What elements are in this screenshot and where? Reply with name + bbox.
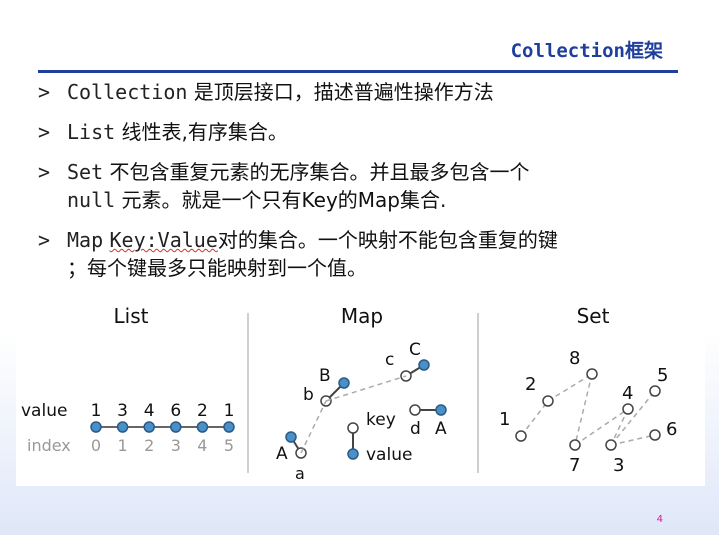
slide-title-cjk: 框架 bbox=[624, 40, 663, 62]
map-key-label: b bbox=[303, 385, 314, 405]
set-node bbox=[586, 368, 598, 380]
map-legend-value-node bbox=[347, 448, 359, 460]
list-node bbox=[143, 421, 155, 433]
set-heading: Set bbox=[577, 304, 610, 328]
page-number: 4 bbox=[656, 514, 663, 525]
set-element-label: 4 bbox=[622, 383, 633, 404]
list-node bbox=[170, 421, 182, 433]
map-value-label: C bbox=[409, 340, 421, 360]
bullet-arrow-icon: > bbox=[38, 120, 51, 144]
map-key-label: c bbox=[385, 350, 394, 370]
set-node bbox=[515, 430, 527, 442]
set-node bbox=[569, 439, 581, 451]
set-element-label: 7 bbox=[569, 455, 580, 476]
collections-diagram: List value index 103142632415 Map A a b … bbox=[16, 301, 705, 486]
set-element-label: 3 bbox=[613, 455, 624, 476]
bullet-arrow-icon: > bbox=[38, 228, 51, 252]
set-node bbox=[542, 395, 554, 407]
list-value: 3 bbox=[117, 401, 128, 421]
list-index: 3 bbox=[171, 436, 181, 455]
set-element-label: 6 bbox=[666, 419, 677, 440]
list-value: 6 bbox=[170, 401, 181, 421]
bullet-code: List bbox=[67, 120, 116, 144]
map-legend-key-label: key bbox=[366, 410, 396, 430]
collections-diagram-svg: List value index 103142632415 Map A a b … bbox=[21, 304, 677, 483]
list-value: 4 bbox=[144, 401, 155, 421]
list-value: 1 bbox=[91, 401, 102, 421]
bullet-text-2: 元素。就是一个只有Key的Map集合. bbox=[115, 188, 447, 212]
bullet-collection: > Collection 是顶层接口，描述普遍性操作方法 bbox=[38, 78, 698, 106]
set-node bbox=[605, 439, 617, 451]
title-divider bbox=[38, 70, 678, 73]
list-index: 0 bbox=[91, 436, 101, 455]
bullet-list-item: > List 线性表,有序集合。 bbox=[38, 118, 698, 146]
map-value-label: B bbox=[319, 366, 331, 386]
list-index: 1 bbox=[118, 436, 128, 455]
bullet-arrow-icon: > bbox=[38, 80, 51, 104]
map-legend-key-node bbox=[347, 422, 359, 434]
bullet-text: 不包含重复元素的无序集合。并且最多包含一个 bbox=[103, 160, 530, 184]
slide-title-code: Collection bbox=[510, 40, 625, 62]
map-value-node bbox=[285, 431, 297, 443]
set-element-label: 8 bbox=[569, 348, 580, 369]
list-value: 1 bbox=[224, 401, 235, 421]
set-dashed-link bbox=[547, 373, 593, 402]
list-value-label: value bbox=[21, 401, 67, 421]
map-key-node bbox=[409, 404, 421, 416]
map-key-label: d bbox=[410, 419, 421, 439]
map-value-node bbox=[338, 377, 350, 389]
set-element-label: 1 bbox=[499, 409, 510, 430]
set-node bbox=[649, 385, 661, 397]
bullet-map: > Map Key:Value对的集合。一个映射不能包含重复的键 ；每个键最多只… bbox=[38, 226, 698, 282]
bullet-code: Collection bbox=[67, 80, 188, 104]
map-value-node bbox=[435, 404, 447, 416]
bullet-code: Set bbox=[67, 160, 104, 184]
map-heading: Map bbox=[341, 304, 383, 328]
set-dashed-link bbox=[574, 373, 593, 446]
set-node bbox=[622, 403, 634, 415]
set-dashed-link bbox=[520, 400, 549, 437]
set-element-label: 5 bbox=[657, 365, 668, 386]
bullet-code-null: null bbox=[67, 188, 116, 212]
bullet-code: Map bbox=[67, 228, 104, 252]
list-node bbox=[223, 421, 235, 433]
list-node bbox=[90, 421, 102, 433]
map-value-label: A bbox=[276, 444, 288, 464]
map-key-label: a bbox=[295, 464, 305, 483]
bullet-list: > Collection 是顶层接口，描述普遍性操作方法 > List 线性表,… bbox=[38, 78, 698, 294]
bullet-arrow-icon: > bbox=[38, 160, 51, 184]
list-node bbox=[116, 421, 129, 433]
list-index-label: index bbox=[27, 436, 71, 455]
map-value-label: A bbox=[435, 419, 447, 439]
bullet-code-key: Key:Value bbox=[109, 228, 218, 252]
bullet-text: 线性表,有序集合。 bbox=[115, 120, 288, 144]
bullet-text: 对的集合。一个映射不能包含重复的键 bbox=[217, 228, 558, 252]
list-value: 2 bbox=[197, 401, 208, 421]
map-legend-value-label: value bbox=[366, 445, 412, 465]
list-heading: List bbox=[114, 304, 149, 328]
bullet-set: > Set 不包含重复元素的无序集合。并且最多包含一个 null 元素。就是一个… bbox=[38, 158, 698, 214]
list-index: 2 bbox=[144, 436, 154, 455]
bullet-text: 是顶层接口，描述普遍性操作方法 bbox=[187, 80, 494, 104]
list-index: 4 bbox=[197, 436, 207, 455]
slide-title: Collection框架 bbox=[511, 36, 663, 63]
list-node bbox=[196, 421, 209, 433]
set-node bbox=[649, 429, 661, 441]
set-element-label: 2 bbox=[525, 374, 536, 395]
list-index: 5 bbox=[224, 436, 234, 455]
map-value-node bbox=[418, 359, 430, 371]
bullet-text-2: ；每个键最多只能映射到一个值。 bbox=[67, 256, 367, 280]
map-dashed-link bbox=[300, 400, 327, 454]
